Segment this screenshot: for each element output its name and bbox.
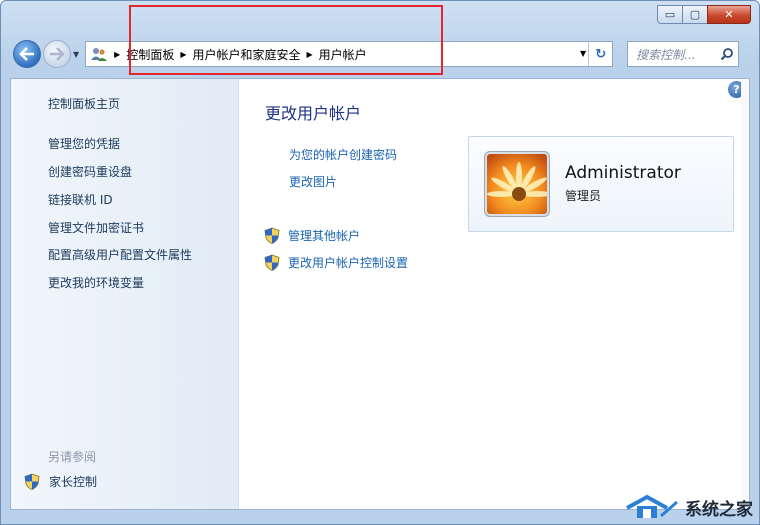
sidebar-item-password-reset-disk[interactable]: 创建密码重设盘 [48, 163, 132, 180]
watermark-text: 系统之家 [685, 499, 753, 520]
watermark: 系统之家 [625, 494, 753, 520]
main-panel: ? 更改用户帐户 为您的帐户创建密码 更改图片 管理其他帐户 更改用户帐户控制设… [239, 79, 749, 509]
parental-controls-label: 家长控制 [49, 475, 98, 489]
sidebar-item-manage-credentials[interactable]: 管理您的凭据 [48, 135, 120, 152]
manage-other-accounts-link[interactable]: 管理其他帐户 [288, 227, 360, 244]
user-account-card: Administrator 管理员 [468, 136, 734, 232]
manage-other-accounts-task[interactable]: 管理其他帐户 [264, 227, 360, 244]
user-role: 管理员 [565, 189, 602, 203]
sidebar-item-advanced-profile-properties[interactable]: 配置高级用户配置文件属性 [48, 246, 192, 263]
breadcrumb-separator-icon[interactable]: ▶ [114, 50, 120, 59]
window-right-edge [741, 79, 749, 509]
avatar[interactable] [485, 152, 549, 216]
sidebar-item-link-online-id[interactable]: 链接联机 ID [48, 191, 113, 208]
uac-shield-icon [264, 254, 280, 271]
recent-pages-chevron-icon[interactable]: ▼ [73, 50, 79, 59]
users-folder-icon [90, 46, 108, 62]
uac-settings-task[interactable]: 更改用户帐户控制设置 [264, 254, 408, 271]
back-button[interactable] [13, 40, 41, 68]
uac-shield-icon [264, 227, 280, 244]
search-icon[interactable] [716, 47, 738, 61]
sidebar-item-control-panel-home[interactable]: 控制面板主页 [48, 95, 120, 112]
maximize-button[interactable]: ▢ [682, 5, 708, 24]
sidebar-item-parental-controls[interactable]: 家长控制 [24, 473, 97, 490]
breadcrumb-separator-icon[interactable]: ▶ [180, 50, 186, 59]
flower-picture-icon [487, 154, 547, 214]
breadcrumb-user-accounts[interactable]: 用户帐户 [319, 46, 367, 63]
change-picture-link[interactable]: 更改图片 [289, 173, 337, 190]
breadcrumb-control-panel[interactable]: 控制面板 [126, 46, 174, 63]
uac-shield-icon [24, 473, 40, 490]
sidebar: 控制面板主页 管理您的凭据 创建密码重设盘 链接联机 ID 管理文件加密证书 配… [11, 79, 239, 509]
caption-buttons: ▭ ▢ ✕ [657, 5, 751, 24]
address-bar[interactable]: ▶ 控制面板 ▶ 用户帐户和家庭安全 ▶ 用户帐户 ▼ ↻ [85, 41, 614, 67]
sidebar-item-encryption-certificates[interactable]: 管理文件加密证书 [48, 219, 144, 236]
navigation-bar: ▼ ▶ 控制面板 ▶ 用户帐户和家庭安全 ▶ 用户帐户 ▼ ↻ 搜索控制... [13, 38, 749, 70]
refresh-button[interactable]: ↻ [588, 42, 612, 66]
minimize-button[interactable]: ▭ [657, 5, 683, 24]
search-box[interactable]: 搜索控制... [627, 41, 740, 67]
breadcrumb-separator-icon[interactable]: ▶ [307, 50, 313, 59]
content-area: 控制面板主页 管理您的凭据 创建密码重设盘 链接联机 ID 管理文件加密证书 配… [10, 78, 750, 510]
search-input[interactable]: 搜索控制... [628, 46, 716, 63]
back-arrow-icon [19, 47, 34, 61]
uac-settings-link[interactable]: 更改用户帐户控制设置 [288, 254, 408, 271]
see-also-heading: 另请参阅 [48, 450, 97, 464]
page-title: 更改用户帐户 [265, 104, 362, 123]
breadcrumb-user-accounts-family[interactable]: 用户帐户和家庭安全 [192, 46, 300, 63]
address-dropdown-icon[interactable]: ▼ [580, 49, 586, 58]
close-button[interactable]: ✕ [707, 5, 751, 24]
forward-button[interactable] [43, 40, 71, 68]
user-name: Administrator [565, 163, 681, 183]
forward-arrow-icon [50, 47, 65, 61]
sidebar-item-environment-variables[interactable]: 更改我的环境变量 [48, 274, 144, 291]
create-password-link[interactable]: 为您的帐户创建密码 [289, 146, 397, 163]
house-logo-icon [626, 494, 678, 518]
control-panel-window: ▭ ▢ ✕ ▼ ▶ 控制面板 ▶ 用户帐户和家庭安全 ▶ 用户帐户 ▼ ↻ 搜索… [0, 0, 760, 525]
